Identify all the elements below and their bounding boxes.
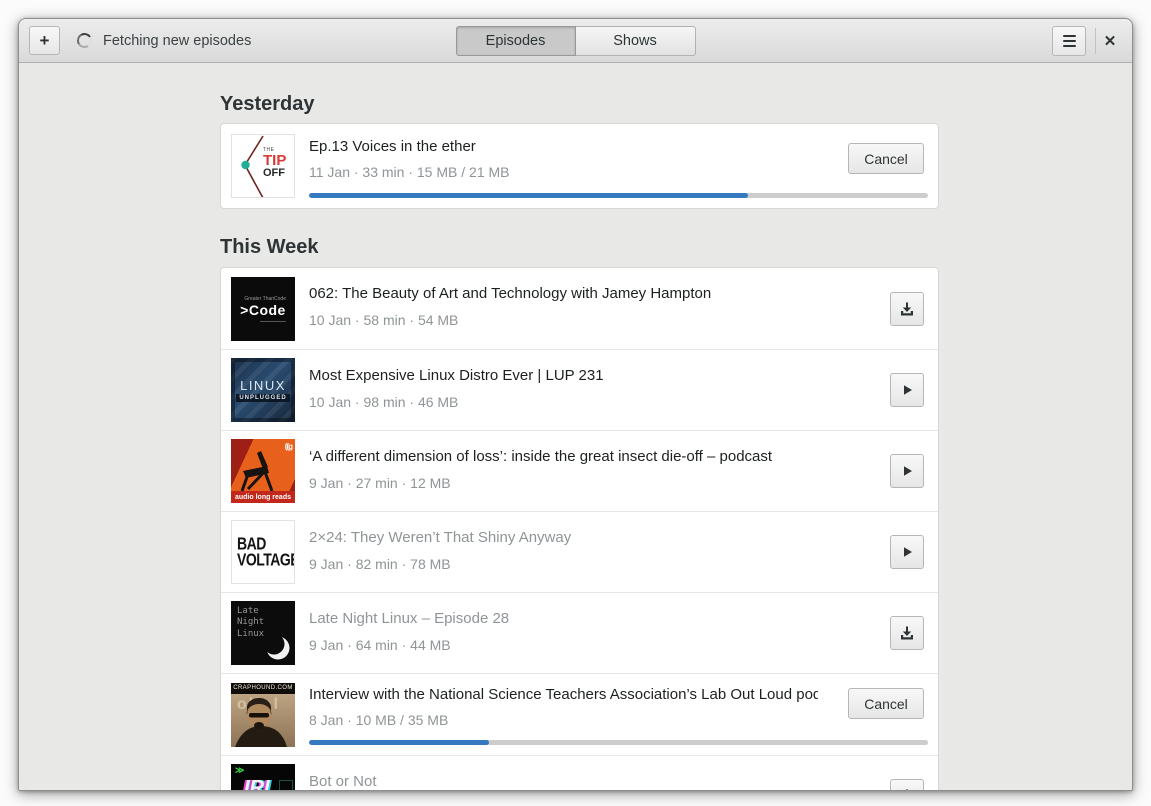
podcast-cover-bad-voltage: BAD VOLTAGE	[231, 520, 295, 584]
download-button[interactable]	[890, 779, 924, 790]
episode-row[interactable]: ≫ IRL Bot or Not	[221, 755, 938, 791]
episode-row[interactable]: Late Night Linux Late Night Linux – Epis…	[221, 592, 938, 673]
download-icon	[906, 789, 908, 790]
section-heading-yesterday: Yesterday	[220, 93, 315, 115]
episode-title: Late Night Linux – Episode 28	[309, 610, 510, 627]
episode-title: Bot or Not	[309, 773, 377, 790]
cover-text: LINUX	[240, 378, 286, 393]
status-text: Fetching new episodes	[103, 33, 252, 49]
view-switcher: Episodes Shows	[455, 26, 696, 56]
this-week-card: Greater ThanCode >Code 062: The Beauty o…	[220, 267, 939, 791]
episode-meta: 11 Jan · 33 min · 15 MB / 21 MB	[309, 164, 510, 180]
download-progress-fill	[309, 740, 489, 745]
download-progress-fill	[309, 193, 749, 198]
download-icon	[901, 302, 913, 315]
play-icon	[904, 466, 912, 476]
tab-shows[interactable]: Shows	[575, 26, 696, 56]
episode-row[interactable]: BAD VOLTAGE 2×24: They Weren’t That Shin…	[221, 511, 938, 592]
download-button[interactable]	[890, 291, 924, 326]
episode-row[interactable]: ((g audio long reads ‘A different dimens…	[221, 430, 938, 511]
episode-title: Interview with the National Science Teac…	[309, 686, 818, 703]
episode-row[interactable]: THE TIP OFF Ep.13 Voices in the ether 11…	[221, 124, 938, 208]
cover-chevron: ≫	[235, 765, 245, 775]
play-button[interactable]	[890, 535, 924, 569]
spinner-icon	[75, 31, 94, 50]
play-button[interactable]	[890, 373, 924, 407]
download-icon	[901, 626, 913, 640]
episode-row[interactable]: oliol CRAPHOUND.COM Interview with the N…	[221, 673, 938, 755]
podcast-cover-greater-than-code: Greater ThanCode >Code	[231, 276, 295, 341]
download-progressbar	[309, 740, 928, 745]
hamburger-icon	[1062, 34, 1076, 38]
episode-meta: 9 Jan · 64 min · 44 MB	[309, 637, 451, 653]
podcast-cover-linux-unplugged: LINUX UNPLUGGED	[231, 358, 295, 422]
episode-meta: 10 Jan · 58 min · 54 MB	[309, 312, 459, 328]
cover-text: IRL	[244, 777, 277, 791]
play-button[interactable]	[890, 454, 924, 488]
play-icon	[904, 547, 912, 557]
add-podcast-button[interactable]: +	[29, 26, 60, 55]
download-button[interactable]	[890, 616, 924, 650]
guardian-logo: ((g	[284, 442, 293, 451]
episode-row[interactable]: LINUX UNPLUGGED Most Expensive Linux Dis…	[221, 349, 938, 430]
play-icon	[904, 385, 912, 395]
yesterday-card: THE TIP OFF Ep.13 Voices in the ether 11…	[220, 123, 939, 209]
podcast-cover-late-night-linux: Late Night Linux	[231, 601, 295, 665]
section-heading-this-week: This Week	[220, 236, 319, 258]
window-close-button[interactable]: ✕	[1094, 26, 1126, 56]
cover-decoration	[279, 780, 293, 790]
episode-title: Most Expensive Linux Distro Ever | LUP 2…	[309, 367, 604, 384]
header-bar: + Fetching new episodes Episodes Shows ✕	[19, 19, 1132, 63]
podcast-cover-irl: ≫ IRL	[231, 764, 295, 791]
episode-row[interactable]: Greater ThanCode >Code 062: The Beauty o…	[221, 268, 938, 349]
episode-title: 062: The Beauty of Art and Technology wi…	[309, 285, 712, 302]
cancel-download-button[interactable]: Cancel	[848, 688, 924, 719]
tab-episodes[interactable]: Episodes	[455, 26, 576, 56]
app-window: + Fetching new episodes Episodes Shows ✕…	[18, 18, 1133, 791]
episode-title: Ep.13 Voices in the ether	[309, 138, 476, 155]
episodes-view[interactable]: Yesterday THE TIP OFF Ep.13 Voices in th…	[19, 63, 1132, 791]
podcast-cover-audio-long-reads: ((g audio long reads	[231, 439, 295, 503]
podcast-cover-the-tip-off: THE TIP OFF	[231, 134, 295, 198]
episode-meta: 9 Jan · 82 min · 78 MB	[309, 556, 451, 572]
download-progressbar	[309, 193, 928, 198]
episode-title: 2×24: They Weren’t That Shiny Anyway	[309, 529, 572, 546]
cancel-download-button[interactable]: Cancel	[848, 143, 924, 174]
episode-title: ‘A different dimension of loss’: inside …	[309, 448, 773, 465]
cover-text: CRAPHOUND.COM	[231, 682, 295, 694]
cover-text: audio long reads	[231, 491, 295, 503]
crescent-moon-icon	[263, 633, 290, 660]
episode-meta: 9 Jan · 27 min · 12 MB	[309, 475, 451, 491]
podcast-cover-craphound: oliol CRAPHOUND.COM	[231, 682, 295, 747]
menu-button[interactable]	[1052, 26, 1086, 56]
episode-meta: 8 Jan · 10 MB / 35 MB	[309, 712, 449, 728]
episode-meta: 10 Jan · 98 min · 46 MB	[309, 394, 459, 410]
